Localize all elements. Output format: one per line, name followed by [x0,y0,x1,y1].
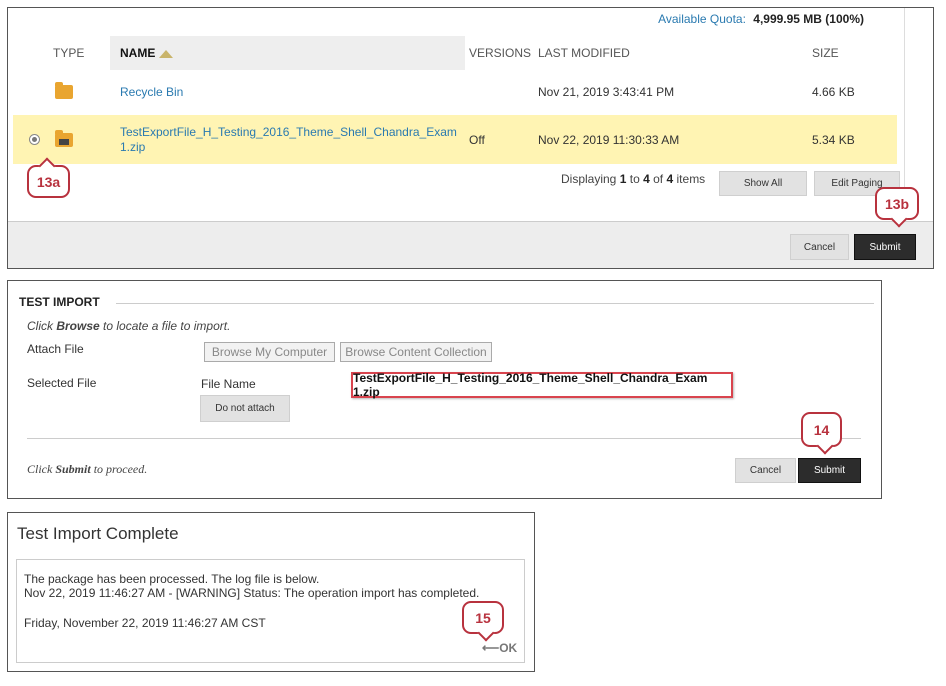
proceed-suffix: to proceed. [93,462,148,476]
selected-file-label: Selected File [27,376,97,390]
arrow-left-icon: ⟵ [482,641,500,655]
file-name-label: File Name [201,377,256,391]
submit-bar: Cancel Submit [8,221,933,268]
show-all-button[interactable]: Show All [719,171,807,196]
row-modified: Nov 22, 2019 11:30:33 AM [538,132,680,147]
step-callout-14: 14 [801,412,842,447]
ok-button[interactable]: ⟵OK [482,641,517,655]
proceed-bold: Submit [55,462,91,476]
row-modified: Nov 21, 2019 3:43:41 PM [538,85,675,99]
paging-from: 1 [619,172,627,186]
step-callout-13b-label: 13b [884,195,910,212]
step-callout-13a: 13a [27,165,70,198]
zip-file-link[interactable]: TestExportFile_H_Testing_2016_Theme_Shel… [120,115,457,164]
cancel-button[interactable]: Cancel [790,234,849,260]
selected-file-name: TestExportFile_H_Testing_2016_Theme_Shel… [351,371,733,399]
file-browser-panel: Available Quota: 4,999.95 MB (100%) TYPE… [7,7,934,269]
cancel-button[interactable]: Cancel [735,458,796,483]
instr-bold: Browse [56,319,100,333]
step-callout-14-label: 14 [813,421,830,438]
column-size[interactable]: SIZE [812,36,839,70]
table-row-selected: TestExportFile_H_Testing_2016_Theme_Shel… [13,115,897,164]
proceed-prefix: Click [27,462,53,476]
folder-icon [55,70,73,114]
ok-label: OK [499,641,518,655]
quota-value: 4,999.95 MB (100%) [753,12,864,26]
log-line-3: Friday, November 22, 2019 11:46:27 AM CS… [24,616,266,630]
table-row: Recycle Bin Nov 21, 2019 3:43:41 PM 4.66… [13,70,897,114]
paging-suffix: items [676,172,706,186]
column-name[interactable]: NAME [110,36,465,70]
instr-prefix: Click [27,319,53,333]
quota-info: Available Quota: 4,999.95 MB (100%) [658,12,864,26]
step-callout-15-label: 15 [475,609,491,626]
import-complete-panel: Test Import Complete The package has bee… [7,512,535,672]
paging-total: 4 [666,172,674,186]
log-line-2: Nov 22, 2019 11:46:27 AM - [WARNING] Sta… [24,586,480,600]
row-size: 4.66 KB [812,85,855,99]
instr-suffix: to locate a file to import. [103,319,231,333]
row-size: 5.34 KB [812,132,855,147]
column-versions: VERSIONS [469,46,532,60]
zip-file-name-line2: 1.zip [120,139,146,154]
sort-ascending-icon [159,50,174,58]
page-title: Test Import Complete [17,524,179,543]
step-callout-15: 15 [462,601,504,634]
zip-file-name-line1: TestExportFile_H_Testing_2016_Theme_Shel… [120,124,457,139]
browse-content-collection-button[interactable]: Browse Content Collection [340,342,492,362]
section-divider [116,303,874,304]
attach-file-label: Attach File [27,342,84,356]
divider [27,438,861,439]
column-type: TYPE [53,46,85,60]
paging-prefix: Displaying [561,172,617,186]
paging-summary: Displaying 1 to 4 of 4 items [561,172,705,186]
submit-button[interactable]: Submit [854,234,916,260]
paging-to: 4 [643,172,650,186]
submit-instructions: Click Submit to proceed. [27,462,147,477]
step-callout-13a-label: 13a [36,173,61,190]
submit-button[interactable]: Submit [798,458,861,483]
test-import-panel: TEST IMPORT Click Browse to locate a fil… [7,280,882,499]
paging-to-word: to [629,172,640,186]
paging-of-word: of [653,172,664,186]
row-versions: Off [469,132,485,147]
column-last-modified[interactable]: LAST MODIFIED [538,36,630,70]
zip-folder-icon [55,115,73,164]
quota-label: Available Quota: [658,12,746,26]
select-radio[interactable] [29,115,40,164]
browse-instructions: Click Browse to locate a file to import. [27,319,230,333]
file-list: Available Quota: 4,999.95 MB (100%) TYPE… [8,8,904,218]
log-line-1: The package has been processed. The log … [24,572,320,586]
browse-my-computer-button[interactable]: Browse My Computer [204,342,335,362]
column-name-label: NAME [120,46,156,60]
recycle-bin-link[interactable]: Recycle Bin [120,70,183,114]
do-not-attach-button[interactable]: Do not attach [200,395,290,422]
step-callout-13b: 13b [875,187,919,220]
section-title: TEST IMPORT [19,295,100,309]
